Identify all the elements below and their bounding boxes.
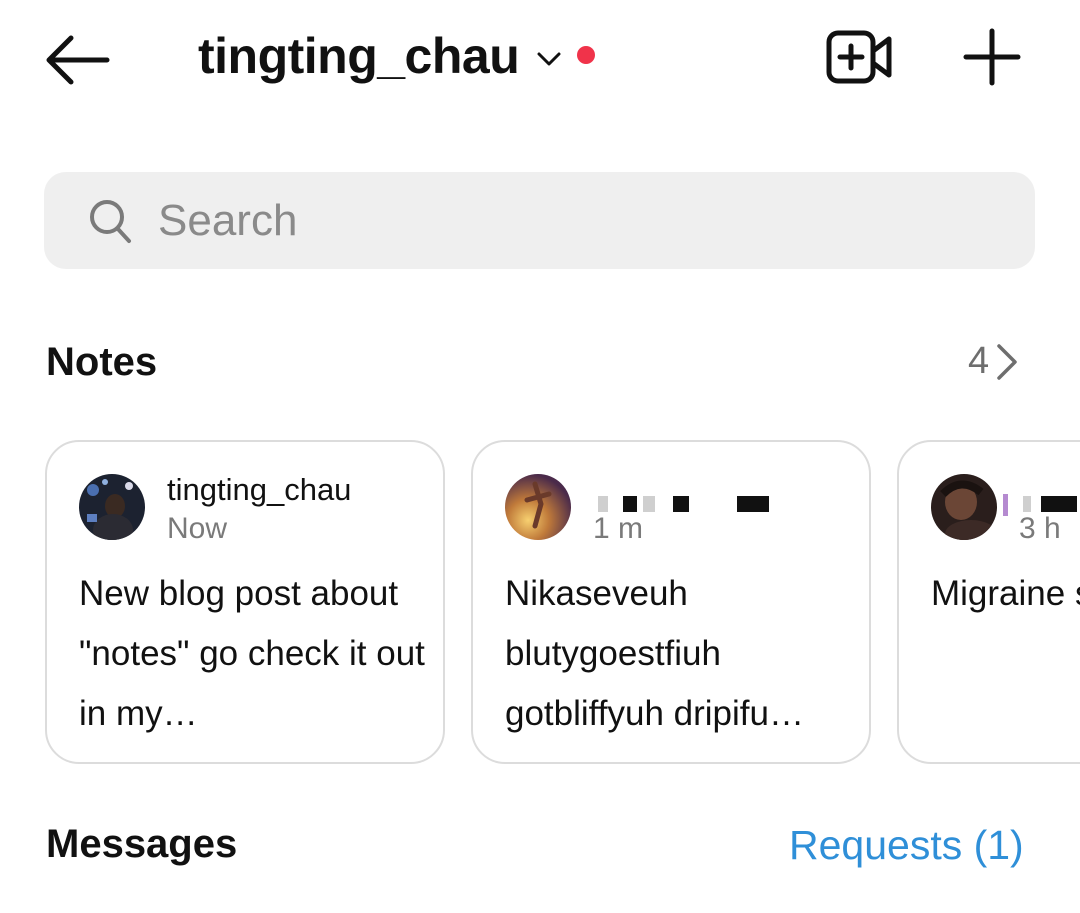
notes-heading: Notes xyxy=(46,340,158,384)
redacted-username-block xyxy=(623,496,637,512)
note-timestamp: 3 h xyxy=(1019,512,1061,545)
note-text: New blog post about "notes" go check it … xyxy=(79,574,425,733)
requests-link[interactable]: Requests (1) xyxy=(789,822,1024,869)
redacted-username-block xyxy=(673,496,689,512)
chevron-down-icon xyxy=(537,51,561,67)
search-input[interactable] xyxy=(158,190,918,251)
redacted-username-block xyxy=(598,496,608,512)
note-card[interactable]: 1 m Nikaseveuh blutygoestfiuh gotbliffyu… xyxy=(471,440,871,764)
notes-see-all[interactable]: 4 xyxy=(968,340,1019,383)
avatar[interactable] xyxy=(505,474,571,540)
redacted-username-block xyxy=(1003,494,1008,516)
avatar[interactable] xyxy=(79,474,145,540)
note-timestamp: 1 m xyxy=(593,512,644,545)
note-card[interactable]: 3 h Migraine szn = a c xyxy=(897,440,1080,764)
redacted-username-block xyxy=(1023,496,1031,512)
search-bar[interactable] xyxy=(44,172,1035,269)
new-video-chat-button[interactable] xyxy=(822,22,898,92)
plus-icon xyxy=(963,28,1021,86)
redacted-username-block xyxy=(1041,496,1077,512)
chevron-right-icon xyxy=(995,343,1019,381)
note-text: Migraine szn = a c xyxy=(931,574,1080,613)
back-button[interactable] xyxy=(40,22,116,98)
note-username: tingting_chau xyxy=(167,472,352,507)
avatar[interactable] xyxy=(931,474,997,540)
search-icon xyxy=(88,198,132,244)
note-timestamp: Now xyxy=(167,512,228,545)
video-add-icon xyxy=(826,30,892,84)
redacted-username-block xyxy=(737,496,769,512)
account-username: tingting_chau xyxy=(198,28,520,84)
notes-count: 4 xyxy=(968,340,990,382)
back-arrow-icon xyxy=(46,35,110,85)
redacted-username-block xyxy=(643,496,655,512)
note-card[interactable]: tingting_chau Now New blog post about "n… xyxy=(45,440,445,764)
new-message-button[interactable] xyxy=(954,22,1030,92)
notification-dot xyxy=(577,46,596,64)
account-switcher[interactable]: tingting_chau xyxy=(198,24,596,88)
messages-heading: Messages xyxy=(46,822,238,866)
note-text: Nikaseveuh blutygoestfiuh gotbliffyuh dr… xyxy=(505,574,804,733)
